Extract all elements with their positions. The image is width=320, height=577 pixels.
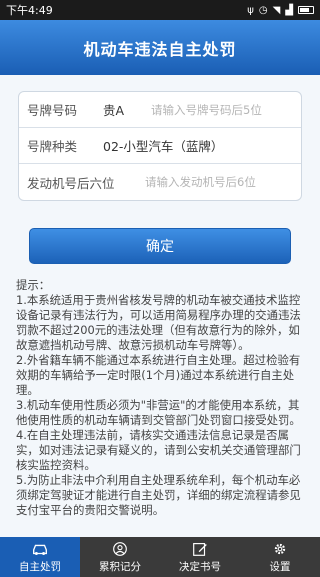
plate-type-select[interactable]: 02-小型汽车（蓝牌） bbox=[103, 136, 223, 155]
alarm-icon: ◷ bbox=[258, 4, 268, 16]
tab-label: 累积记分 bbox=[99, 560, 141, 573]
status-icons: ψ ◷ ◥ ▟ bbox=[247, 5, 314, 16]
query-form: 号牌号码 贵A 号牌种类 02-小型汽车（蓝牌） 发动机号后六位 bbox=[18, 91, 302, 201]
user-icon bbox=[113, 541, 127, 556]
tips-text: 提示： 1.本系统适用于贵州省核发号牌的机动车被交通技术监控设备记录有违法行为，… bbox=[16, 278, 301, 517]
car-icon bbox=[33, 544, 47, 555]
wifi-icon: ◥ bbox=[272, 4, 281, 16]
engine-number-row: 发动机号后六位 bbox=[19, 164, 301, 200]
plate-number-label: 号牌号码 bbox=[27, 103, 78, 118]
status-time: 下午4:49 bbox=[6, 4, 53, 17]
bottom-tab-bar: 自主处罚 累积记分 决定书号 设置 bbox=[0, 537, 320, 577]
battery-icon bbox=[298, 6, 314, 14]
plate-type-row[interactable]: 号牌种类 02-小型汽车（蓝牌） bbox=[19, 128, 301, 164]
tab-self-penalty[interactable]: 自主处罚 bbox=[0, 537, 80, 577]
tab-settings[interactable]: 设置 bbox=[240, 537, 320, 577]
gear-icon bbox=[274, 543, 286, 554]
edit-icon bbox=[193, 542, 207, 556]
usb-icon: ψ bbox=[247, 4, 254, 16]
plate-number-row: 号牌号码 贵A bbox=[19, 92, 301, 128]
status-bar: 下午4:49 ψ ◷ ◥ ▟ bbox=[0, 0, 320, 20]
plate-type-label: 号牌种类 bbox=[27, 139, 78, 154]
tab-label: 决定书号 bbox=[179, 560, 221, 573]
tab-label: 设置 bbox=[269, 560, 291, 573]
plate-number-input[interactable] bbox=[151, 102, 301, 117]
app-header: 机动车违法自主处罚 bbox=[0, 20, 320, 75]
plate-prefix-select[interactable]: 贵A bbox=[103, 100, 151, 119]
signal-icon: ▟ bbox=[285, 4, 293, 16]
tab-accumulated-points[interactable]: 累积记分 bbox=[80, 537, 160, 577]
engine-number-input[interactable] bbox=[145, 175, 295, 189]
confirm-button[interactable]: 确定 bbox=[29, 228, 291, 264]
page-title: 机动车违法自主处罚 bbox=[83, 39, 237, 59]
tab-decision-number[interactable]: 决定书号 bbox=[160, 537, 240, 577]
engine-number-label: 发动机号后六位 bbox=[27, 175, 115, 191]
tab-label: 自主处罚 bbox=[19, 560, 61, 573]
